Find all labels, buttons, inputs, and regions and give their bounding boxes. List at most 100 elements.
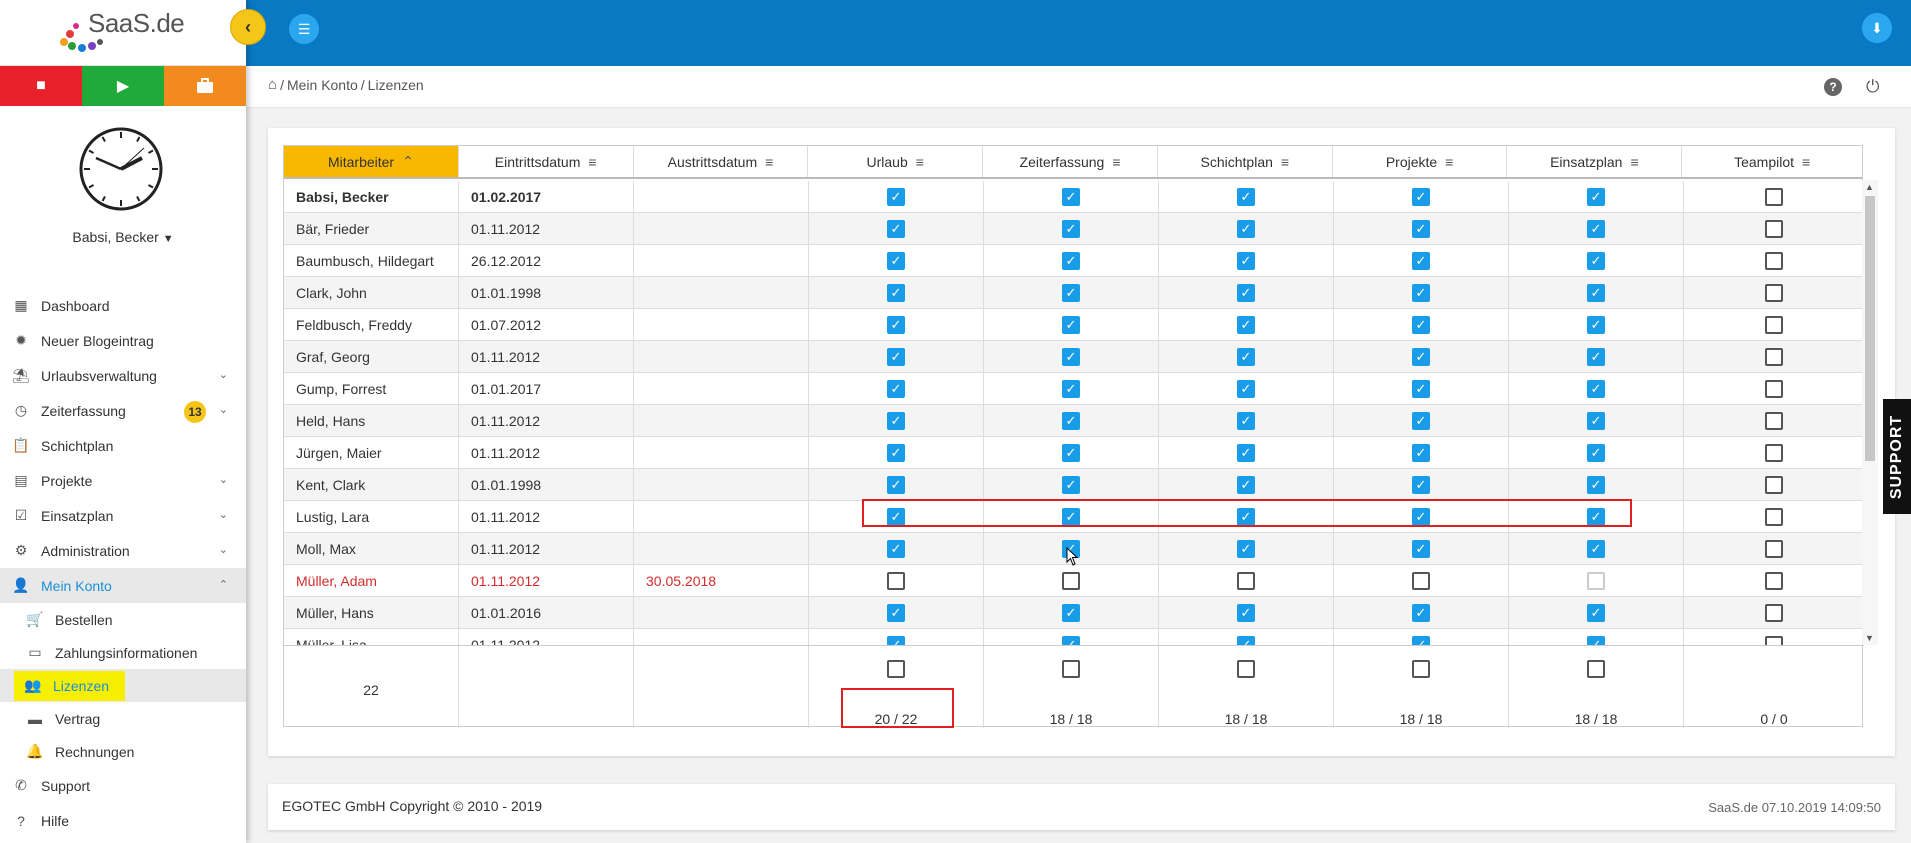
table-row[interactable]: Müller, Hans 01.01.2016 ✓ ✓ ✓ ✓ ✓ [284, 597, 1864, 629]
license-checkbox[interactable]: ✓ [1237, 219, 1255, 238]
scroll-up-icon[interactable]: ▲ [1865, 182, 1874, 192]
license-checkbox[interactable]: ✓ [887, 219, 905, 238]
license-checkbox[interactable]: ✓ [1412, 251, 1430, 270]
table-row[interactable]: Müller, Lisa 01.11.2012 ✓ ✓ ✓ ✓ ✓ [284, 629, 1864, 645]
column-header-austrittsdatum[interactable]: Austrittsdatum ≡ [634, 146, 809, 177]
nav-item-support[interactable]: ✆ Support [0, 768, 246, 803]
license-checkbox[interactable] [1764, 379, 1783, 398]
license-checkbox[interactable]: ✓ [1062, 283, 1080, 302]
license-checkbox[interactable]: ✓ [1062, 475, 1080, 494]
license-checkbox[interactable]: ✓ [1587, 603, 1605, 622]
nav-item-hilfe[interactable]: ? Hilfe [0, 803, 246, 838]
home-icon[interactable]: ⌂ [268, 76, 277, 93]
license-checkbox[interactable]: ✓ [1237, 283, 1255, 302]
sort-icon[interactable]: ≡ [1281, 154, 1289, 170]
table-scrollbar[interactable]: ▲ ▼ [1862, 180, 1878, 645]
license-checkbox[interactable]: ✓ [1237, 443, 1255, 462]
license-checkbox[interactable] [1764, 315, 1783, 334]
license-checkbox[interactable] [1764, 571, 1783, 590]
license-checkbox[interactable]: ✓ [1587, 315, 1605, 334]
nav-item-administration[interactable]: ⚙ Administration ⌄ [0, 533, 246, 568]
sort-icon[interactable]: ≡ [588, 154, 596, 170]
briefcase-button[interactable] [164, 66, 246, 106]
license-checkbox[interactable]: ✓ [887, 475, 905, 494]
nav-item-bestellen[interactable]: 🛒 Bestellen [0, 603, 246, 636]
table-row[interactable]: Gump, Forrest 01.01.2017 ✓ ✓ ✓ ✓ ✓ [284, 373, 1864, 405]
license-checkbox[interactable]: ✓ [1237, 411, 1255, 430]
table-row[interactable]: Jürgen, Maier 01.11.2012 ✓ ✓ ✓ ✓ ✓ [284, 437, 1864, 469]
license-checkbox[interactable] [1764, 187, 1783, 206]
column-header-einsatzplan[interactable]: Einsatzplan ≡ [1507, 146, 1683, 177]
nav-item-mein-konto[interactable]: 👤 Mein Konto ⌃ [0, 568, 246, 603]
nav-item-zeiterfassung[interactable]: ◷ Zeiterfassung 13 ⌄ [0, 393, 246, 428]
license-checkbox[interactable] [1764, 251, 1783, 270]
user-menu[interactable]: Babsi, Becker ▼ [0, 229, 246, 245]
license-checkbox[interactable] [1237, 571, 1255, 590]
table-row[interactable]: Clark, John 01.01.1998 ✓ ✓ ✓ ✓ ✓ [284, 277, 1864, 309]
nav-item-vertrag[interactable]: ▬ Vertrag [0, 702, 246, 735]
license-checkbox[interactable]: ✓ [1587, 539, 1605, 558]
license-checkbox[interactable]: ✓ [1062, 315, 1080, 334]
nav-item-urlaubsverwaltung[interactable]: ⛱ Urlaubsverwaltung ⌄ [0, 358, 246, 393]
license-checkbox[interactable]: ✓ [1237, 187, 1255, 206]
license-checkbox[interactable]: ✓ [1412, 347, 1430, 366]
table-row[interactable]: Feldbusch, Freddy 01.07.2012 ✓ ✓ ✓ ✓ ✓ [284, 309, 1864, 341]
license-checkbox[interactable]: ✓ [887, 251, 905, 270]
license-checkbox[interactable]: ✓ [1412, 283, 1430, 302]
license-checkbox[interactable]: ✓ [1587, 379, 1605, 398]
column-header-zeiterfassung[interactable]: Zeiterfassung ≡ [983, 146, 1158, 177]
license-checkbox[interactable]: ✓ [1587, 475, 1605, 494]
license-checkbox[interactable] [1764, 507, 1783, 526]
table-row[interactable]: Babsi, Becker 01.02.2017 ✓ ✓ ✓ ✓ ✓ [284, 181, 1864, 213]
license-checkbox[interactable]: ✓ [1237, 251, 1255, 270]
license-checkbox[interactable]: ✓ [1412, 219, 1430, 238]
license-checkbox[interactable]: ✓ [887, 379, 905, 398]
power-icon[interactable]: ⏻ [1866, 77, 1879, 97]
support-tab[interactable]: SUPPORT [1883, 399, 1911, 514]
license-checkbox[interactable] [1764, 347, 1783, 366]
license-checkbox[interactable] [1764, 443, 1783, 462]
play-button[interactable]: ▶ [82, 66, 164, 106]
sort-icon[interactable]: ≡ [765, 154, 773, 170]
license-checkbox[interactable] [1764, 539, 1783, 558]
license-checkbox[interactable]: ✓ [1062, 219, 1080, 238]
menu-button[interactable]: ☰ [289, 14, 319, 44]
license-checkbox[interactable]: ✓ [1587, 635, 1605, 645]
license-checkbox[interactable]: ✓ [1587, 219, 1605, 238]
license-checkbox[interactable]: ✓ [887, 283, 905, 302]
license-checkbox[interactable]: ✓ [887, 187, 905, 206]
column-header-eintrittsdatum[interactable]: Eintrittsdatum ≡ [459, 146, 634, 177]
license-checkbox[interactable]: ✓ [1237, 635, 1255, 645]
nav-item-zahlungsinformationen[interactable]: ▭ Zahlungsinformationen [0, 636, 246, 669]
license-checkbox[interactable]: ✓ [887, 635, 905, 645]
license-checkbox[interactable]: ✓ [887, 347, 905, 366]
select-all-checkbox[interactable] [1062, 660, 1080, 678]
license-checkbox[interactable]: ✓ [1587, 443, 1605, 462]
license-checkbox[interactable]: ✓ [1412, 635, 1430, 645]
table-row[interactable]: Müller, Adam 01.11.2012 30.05.2018 [284, 565, 1864, 597]
help-icon[interactable]: ? [1824, 78, 1842, 96]
license-checkbox[interactable]: ✓ [1237, 475, 1255, 494]
license-checkbox[interactable]: ✓ [1412, 187, 1430, 206]
download-button[interactable]: ⬇ [1862, 13, 1892, 43]
nav-item-lizenzen[interactable]: 👥 Lizenzen [0, 669, 246, 702]
license-checkbox[interactable] [887, 571, 905, 590]
select-all-checkbox[interactable] [1237, 660, 1255, 678]
license-checkbox[interactable]: ✓ [887, 411, 905, 430]
breadcrumb-item-mein-konto[interactable]: Mein Konto [287, 77, 358, 93]
stop-button[interactable]: ■ [0, 66, 82, 106]
license-checkbox[interactable]: ✓ [1062, 443, 1080, 462]
sort-icon[interactable]: ≡ [1802, 154, 1810, 170]
license-checkbox[interactable]: ✓ [1412, 475, 1430, 494]
select-all-checkbox[interactable] [1587, 660, 1605, 678]
license-checkbox[interactable] [1764, 635, 1783, 645]
license-checkbox[interactable]: ✓ [887, 315, 905, 334]
license-checkbox[interactable]: ✓ [1237, 347, 1255, 366]
license-checkbox[interactable]: ✓ [1587, 411, 1605, 430]
license-checkbox[interactable] [1412, 571, 1430, 590]
logo[interactable]: SaaS.de [0, 0, 246, 66]
license-checkbox[interactable]: ✓ [1062, 603, 1080, 622]
license-checkbox[interactable] [1764, 219, 1783, 238]
license-checkbox[interactable]: ✓ [887, 443, 905, 462]
table-row[interactable]: Held, Hans 01.11.2012 ✓ ✓ ✓ ✓ ✓ [284, 405, 1864, 437]
